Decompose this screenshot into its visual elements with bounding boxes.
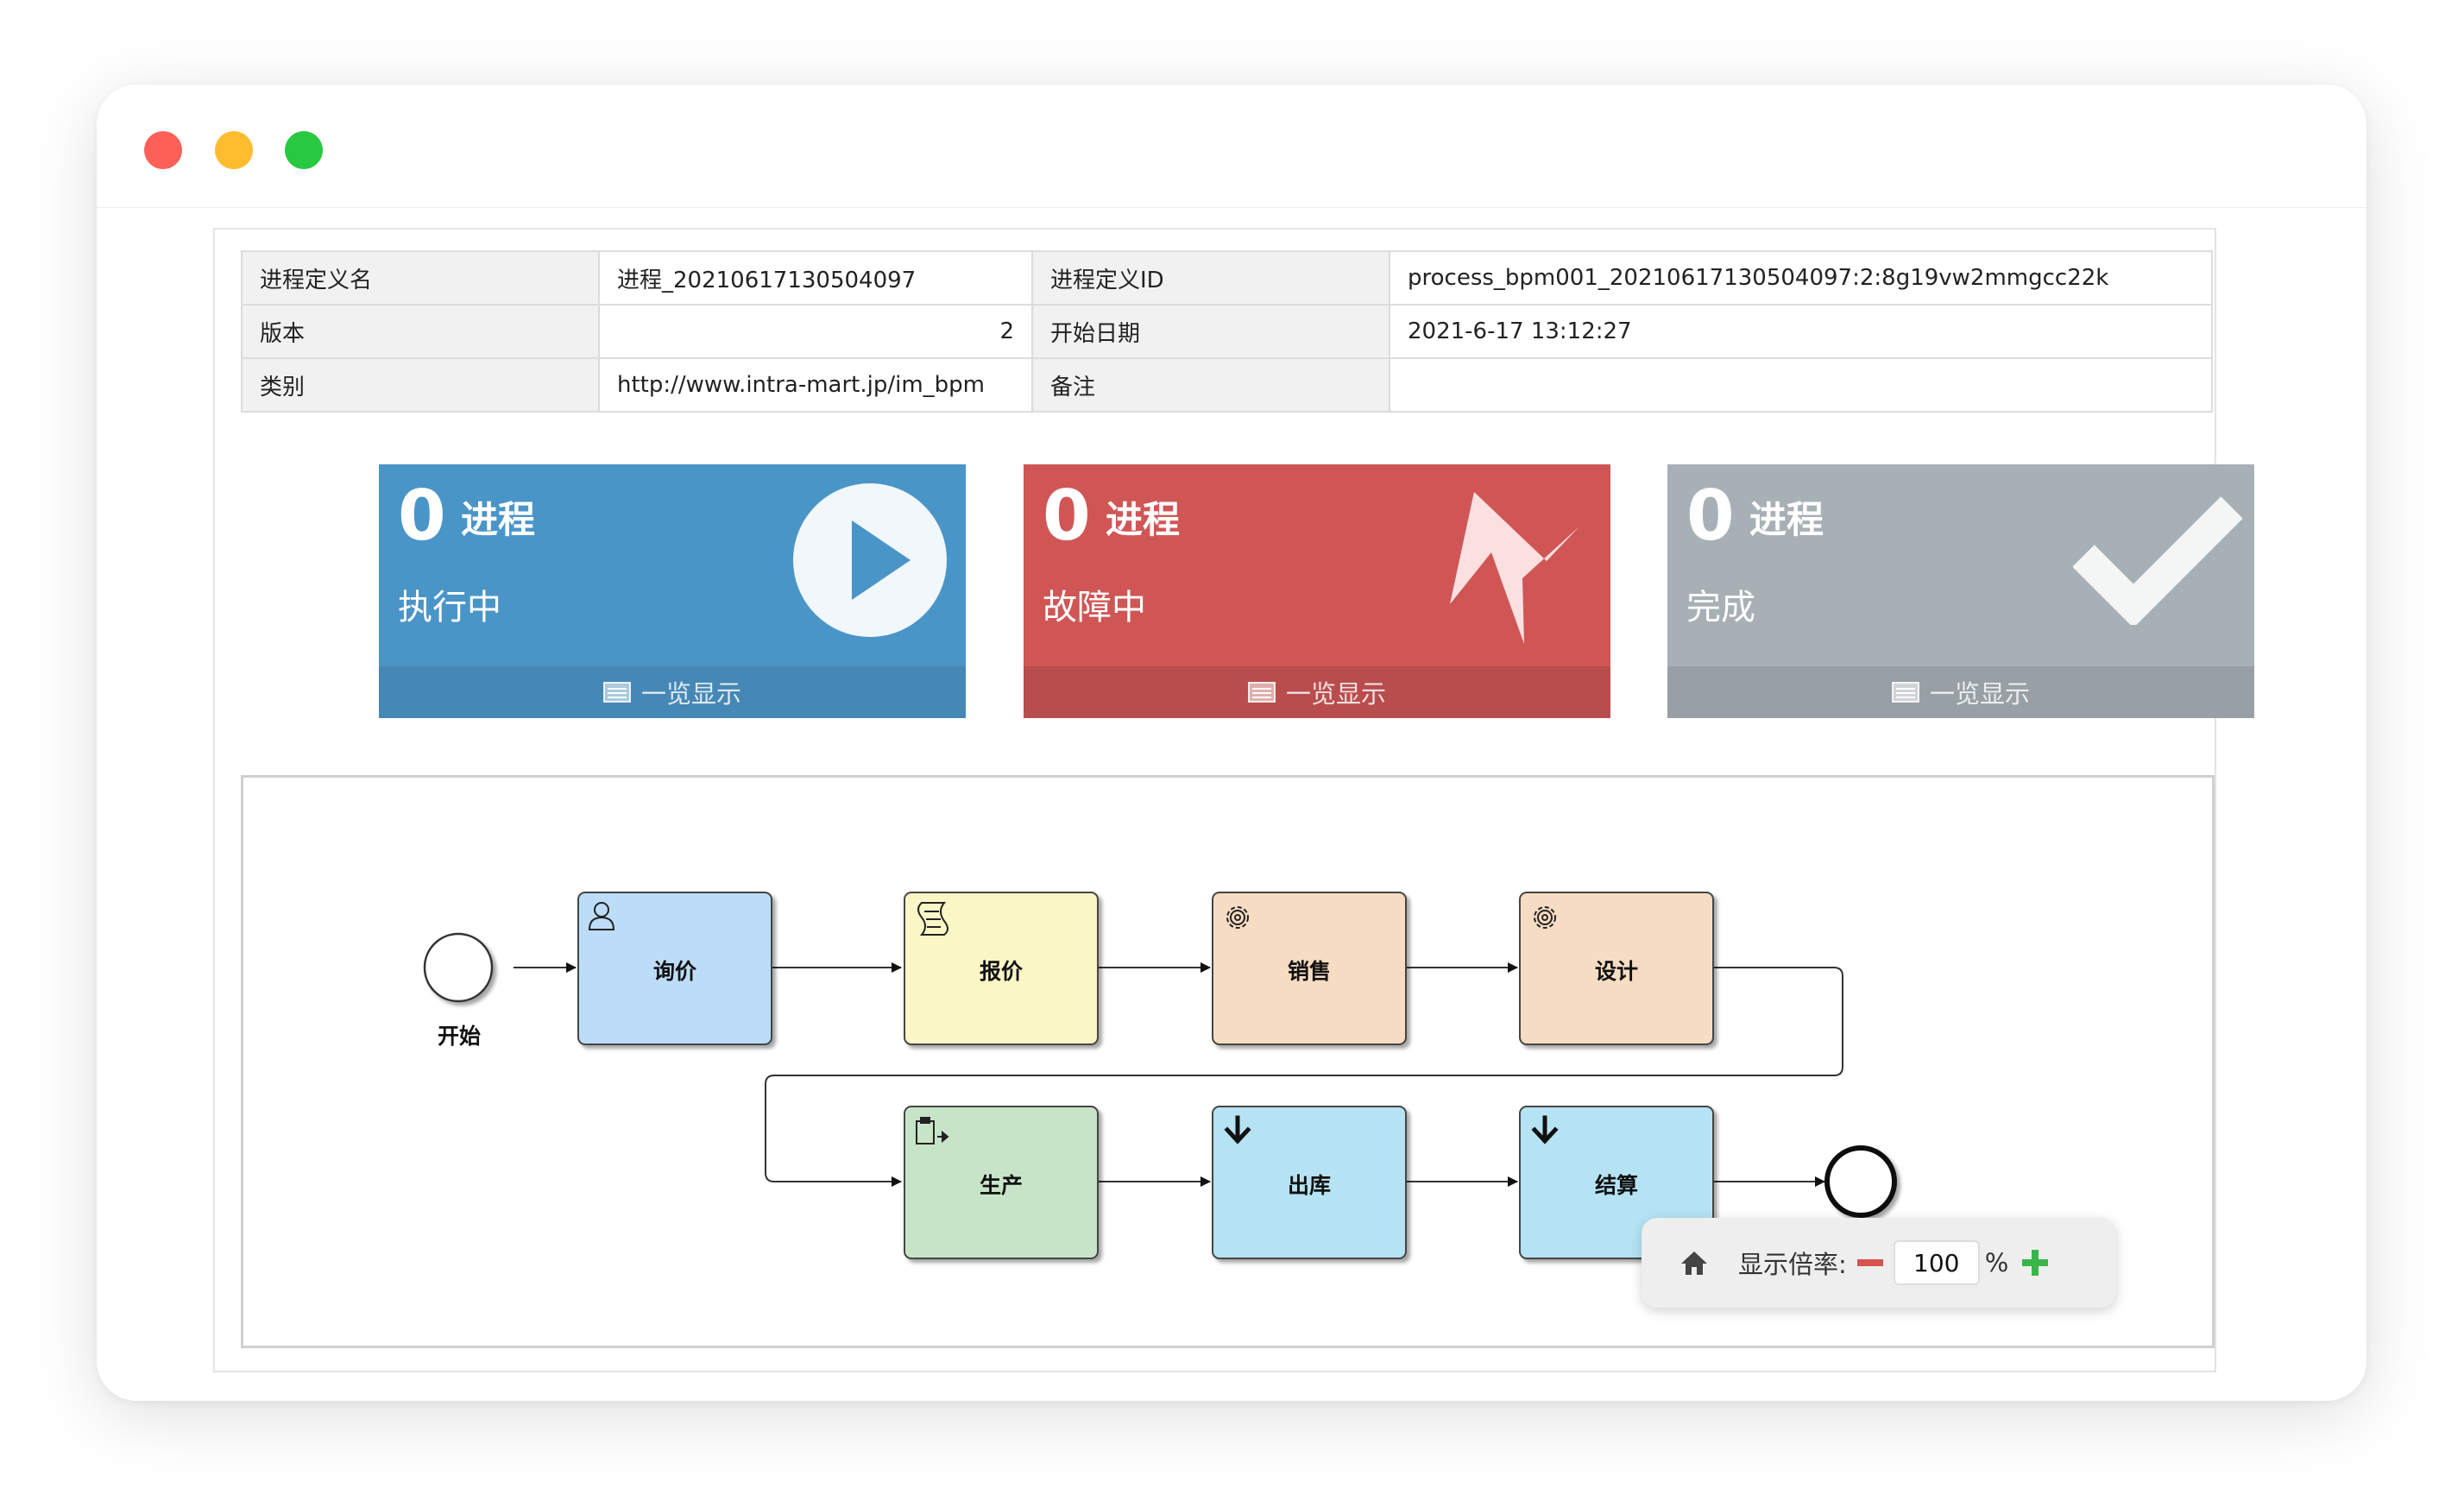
zoom-label: 显示倍率: <box>1738 1250 1847 1279</box>
table-label: 版本 <box>241 304 600 359</box>
maximize-window-button[interactable] <box>285 131 323 169</box>
play-icon <box>793 483 947 637</box>
completed-list-label: 一览显示 <box>1929 679 2030 709</box>
error-unit: 进程 <box>1106 499 1180 542</box>
completed-status-card: 0 进程 完成 一览显示 <box>1667 464 2254 718</box>
table-label: 开始日期 <box>1031 304 1390 359</box>
table-value: process_bpm001_20210617130504097:2:8g19v… <box>1389 250 2213 306</box>
completed-unit: 进程 <box>1749 499 1824 542</box>
error-status-card: 0 进程 故障中 一览显示 <box>1024 464 1610 718</box>
table-value: 2 <box>598 304 1033 359</box>
process-info-table: 进程定义名 进程_20210617130504097 进程定义ID proces… <box>241 250 2213 413</box>
check-icon <box>2073 496 2242 625</box>
task-label: 生产 <box>979 1173 1023 1198</box>
start-event[interactable] <box>423 932 494 1003</box>
table-value: 2021-6-17 13:12:27 <box>1389 304 2213 359</box>
zoom-unit: % <box>1984 1248 2009 1277</box>
browser-window: 进程定义名 进程_20210617130504097 进程定义ID proces… <box>97 85 2366 1401</box>
completed-list-link[interactable]: 一览显示 <box>1667 666 2254 718</box>
zoom-out-button[interactable] <box>1856 1248 1885 1277</box>
zoom-control: 显示倍率: % <box>1642 1218 2116 1308</box>
task-label: 询价 <box>652 959 696 984</box>
task-label: 结算 <box>1594 1173 1638 1198</box>
table-value: 进程_20210617130504097 <box>598 250 1033 306</box>
end-event[interactable] <box>1824 1145 1897 1218</box>
table-label: 备注 <box>1031 357 1390 413</box>
window-titlebar <box>97 85 2366 208</box>
running-unit: 进程 <box>461 499 535 542</box>
table-row: 进程定义名 进程_20210617130504097 进程定义ID proces… <box>241 250 2213 306</box>
table-row: 类别 http://www.intra-mart.jp/im_bpm 备注 <box>241 357 2213 413</box>
list-icon <box>1891 682 1919 703</box>
table-row: 版本 2 开始日期 2021-6-17 13:12:27 <box>241 304 2213 359</box>
error-status-label: 故障中 <box>1043 588 1146 627</box>
process-diagram[interactable]: 开始 结束 询价 报价 销售 设计 生产 出库 结算 显示倍率: % <box>241 775 2215 1348</box>
task-label: 出库 <box>1287 1173 1331 1198</box>
running-list-link[interactable]: 一览显示 <box>379 666 966 718</box>
table-label: 进程定义名 <box>241 250 600 306</box>
task-label: 报价 <box>979 959 1023 984</box>
table-value: http://www.intra-mart.jp/im_bpm <box>598 357 1033 413</box>
zoom-in-button[interactable] <box>2020 1248 2050 1277</box>
lightning-icon <box>1450 492 1579 644</box>
table-label: 类别 <box>241 357 600 413</box>
list-icon <box>1247 682 1276 703</box>
task-label: 设计 <box>1594 959 1638 984</box>
close-window-button[interactable] <box>144 131 182 169</box>
zoom-input[interactable] <box>1893 1240 1980 1285</box>
list-icon <box>602 682 631 703</box>
running-list-label: 一览显示 <box>640 679 741 709</box>
table-value <box>1389 357 2213 413</box>
running-count: 0 <box>398 476 446 556</box>
home-icon[interactable] <box>1679 1248 1709 1277</box>
running-status-label: 执行中 <box>398 588 501 627</box>
error-list-label: 一览显示 <box>1285 679 1386 709</box>
running-status-card: 0 进程 执行中 一览显示 <box>379 464 966 718</box>
minimize-window-button[interactable] <box>215 131 253 169</box>
completed-status-label: 完成 <box>1686 588 1755 627</box>
task-label: 销售 <box>1287 959 1331 984</box>
start-event-label: 开始 <box>437 1024 481 1049</box>
error-list-link[interactable]: 一览显示 <box>1024 666 1610 718</box>
table-label: 进程定义ID <box>1031 250 1390 306</box>
process-definition-panel: 进程定义名 进程_20210617130504097 进程定义ID proces… <box>213 228 2254 1372</box>
completed-count: 0 <box>1686 476 1735 556</box>
error-count: 0 <box>1043 476 1091 556</box>
